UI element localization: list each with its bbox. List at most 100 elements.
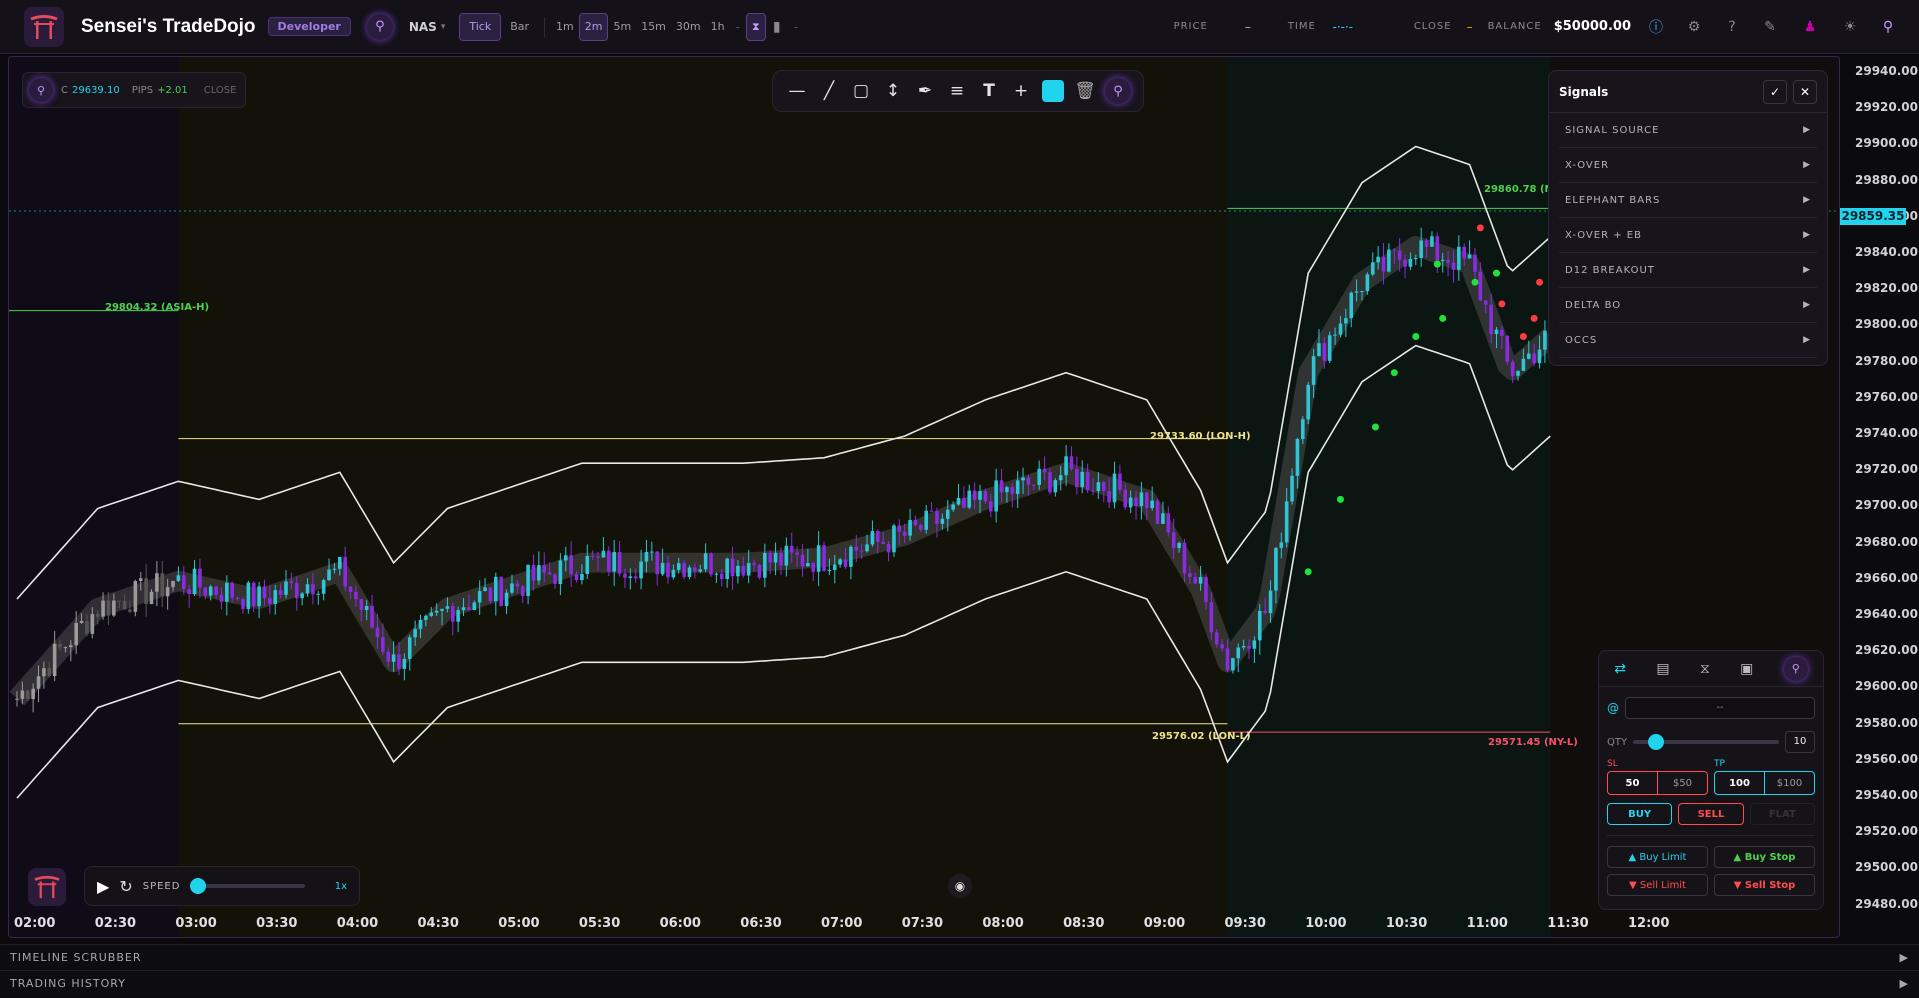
trend-line-icon[interactable]: ╱ xyxy=(817,79,841,103)
timeline-scrubber-row[interactable]: TIMELINE SCRUBBER ▶ xyxy=(0,944,1919,970)
journal-tab-icon[interactable]: ▣ xyxy=(1740,661,1753,677)
restart-icon[interactable]: ↻ xyxy=(119,877,132,896)
chevron-right-icon[interactable]: ▶ xyxy=(1900,977,1909,990)
symbol-selector[interactable]: NAS xyxy=(409,20,437,34)
timeframe-5m[interactable]: 5m xyxy=(608,13,636,41)
x-axis-tick: 12:00 xyxy=(1628,916,1670,931)
gear-icon[interactable]: ⚙ xyxy=(1683,16,1705,38)
chevron-right-icon[interactable]: ▶ xyxy=(1900,951,1909,964)
sell-stop-button[interactable]: ▼ Sell Stop xyxy=(1714,874,1815,896)
qty-slider[interactable] xyxy=(1633,734,1779,750)
tp-dollar-option[interactable]: $100 xyxy=(1765,772,1814,794)
candle-body xyxy=(31,688,35,699)
pending-tab-icon[interactable]: ⧖ xyxy=(1700,661,1710,677)
speed-slider[interactable] xyxy=(190,878,305,894)
pin-icon[interactable]: ⚲ xyxy=(366,13,393,40)
time-line-icon[interactable]: -·-·- xyxy=(1322,20,1364,34)
vertical-measure-icon[interactable]: ↕ xyxy=(881,79,905,103)
candle-body xyxy=(1370,262,1375,275)
sell-limit-button[interactable]: ▼ Sell Limit xyxy=(1607,874,1708,896)
close-line-icon[interactable]: – xyxy=(1452,20,1488,34)
candle-body xyxy=(504,592,509,606)
timeframe-30m[interactable]: 30m xyxy=(671,13,706,41)
speed-slider-handle[interactable] xyxy=(190,878,207,894)
mode-bar-button[interactable]: Bar xyxy=(501,13,538,41)
timeframe-15m[interactable]: 15m xyxy=(636,13,671,41)
candlestick-icon[interactable]: ⧗ xyxy=(745,12,766,41)
buy-limit-button[interactable]: ▲ Buy Limit xyxy=(1607,846,1708,868)
candle-body xyxy=(1069,456,1074,469)
confirm-button[interactable]: ✓ xyxy=(1763,79,1787,104)
signal-item[interactable]: SIGNAL SOURCE ▶ xyxy=(1559,113,1817,148)
candle-body xyxy=(332,568,337,570)
sl-pips-option[interactable]: 50 xyxy=(1608,772,1658,794)
trash-icon[interactable]: 🗑 xyxy=(1073,79,1097,103)
sl-dollar-option[interactable]: $50 xyxy=(1658,772,1707,794)
fib-lines-icon[interactable]: ≡ xyxy=(945,79,969,103)
notes-icon[interactable]: ✎ xyxy=(1759,16,1781,38)
candle-body xyxy=(445,606,450,609)
candle-body xyxy=(816,545,821,572)
stop-loss-selector[interactable]: 50 $50 xyxy=(1607,771,1708,795)
candle-body xyxy=(800,554,805,567)
take-profit-selector[interactable]: 100 $100 xyxy=(1714,771,1815,795)
crosshair-icon[interactable]: + xyxy=(1009,79,1033,103)
timeframe-more-icon[interactable]: - xyxy=(736,20,740,34)
pin-icon[interactable]: ⚲ xyxy=(1105,78,1131,104)
x-axis-tick: 05:30 xyxy=(578,916,621,931)
signal-item[interactable]: ELEPHANT BARS ▶ xyxy=(1559,183,1817,218)
signal-item[interactable]: OCCS ▶ xyxy=(1559,323,1817,358)
y-axis-tick: 29600.00 xyxy=(1855,679,1919,694)
candle-body xyxy=(42,668,46,677)
rectangle-icon[interactable]: ▢ xyxy=(849,79,873,103)
sell-button[interactable]: SELL xyxy=(1678,803,1744,825)
tp-pips-option[interactable]: 100 xyxy=(1715,772,1765,794)
play-icon[interactable]: ▶ xyxy=(97,877,109,896)
positions-tab-icon[interactable]: ▤ xyxy=(1656,661,1669,677)
signal-item[interactable]: X-OVER ▶ xyxy=(1559,148,1817,183)
info-icon[interactable]: ⓘ xyxy=(1645,16,1667,38)
timeframe-1h[interactable]: 1h xyxy=(706,13,730,41)
close-position-button[interactable]: CLOSE xyxy=(204,85,237,96)
pin-icon[interactable]: ⚲ xyxy=(1877,16,1899,38)
horizontal-line-icon[interactable]: — xyxy=(785,79,809,103)
buy-button[interactable]: BUY xyxy=(1607,803,1673,825)
price-input[interactable]: -- xyxy=(1625,697,1815,719)
qty-label: QTY xyxy=(1607,736,1628,748)
candle-body xyxy=(15,698,19,700)
mode-tick-button[interactable]: Tick xyxy=(459,12,502,41)
flat-button[interactable]: FLAT xyxy=(1749,803,1815,825)
candle-body xyxy=(838,559,842,565)
sun-icon[interactable]: ☀ xyxy=(1839,16,1861,38)
timeframe-1m[interactable]: 1m xyxy=(551,13,579,41)
timeframe-2m[interactable]: 2m xyxy=(578,12,609,41)
help-icon[interactable]: ? xyxy=(1721,16,1743,38)
order-tab-icon[interactable]: ⇄ xyxy=(1614,661,1626,677)
chart-type-more-icon[interactable]: - xyxy=(794,20,798,34)
avatar[interactable]: ♟ xyxy=(1799,16,1821,38)
chevron-down-icon[interactable]: ▾ xyxy=(441,22,446,32)
signals-title: Signals xyxy=(1559,84,1609,99)
pin-icon[interactable]: ⚲ xyxy=(29,78,53,102)
candle-body xyxy=(300,593,304,599)
text-tool-icon[interactable]: T xyxy=(977,79,1001,103)
volume-bars-icon[interactable]: ▮ xyxy=(766,16,788,38)
qty-slider-handle[interactable] xyxy=(1647,734,1664,750)
signal-item[interactable]: DELTA BO ▶ xyxy=(1559,288,1817,323)
signal-item[interactable]: D12 BREAKOUT ▶ xyxy=(1559,253,1817,288)
camera-icon[interactable]: ◉ xyxy=(948,874,972,898)
qty-input[interactable]: 10 xyxy=(1785,731,1815,753)
pen-icon[interactable]: ✒ xyxy=(913,79,937,103)
candle-body xyxy=(1510,361,1515,376)
color-swatch[interactable] xyxy=(1041,79,1065,103)
buy-stop-button[interactable]: ▲ Buy Stop xyxy=(1714,846,1815,868)
candle-body xyxy=(375,627,380,638)
candle-body xyxy=(1032,484,1036,486)
pin-icon[interactable]: ⚲ xyxy=(1783,656,1808,681)
price-line-icon[interactable]: – xyxy=(1208,20,1288,34)
trading-history-row[interactable]: TRADING HISTORY ▶ xyxy=(0,970,1919,996)
signal-item[interactable]: X-OVER + EB ▶ xyxy=(1559,218,1817,253)
candle-body xyxy=(929,510,934,512)
close-icon[interactable]: ✕ xyxy=(1793,79,1817,104)
candle-body xyxy=(531,564,536,581)
